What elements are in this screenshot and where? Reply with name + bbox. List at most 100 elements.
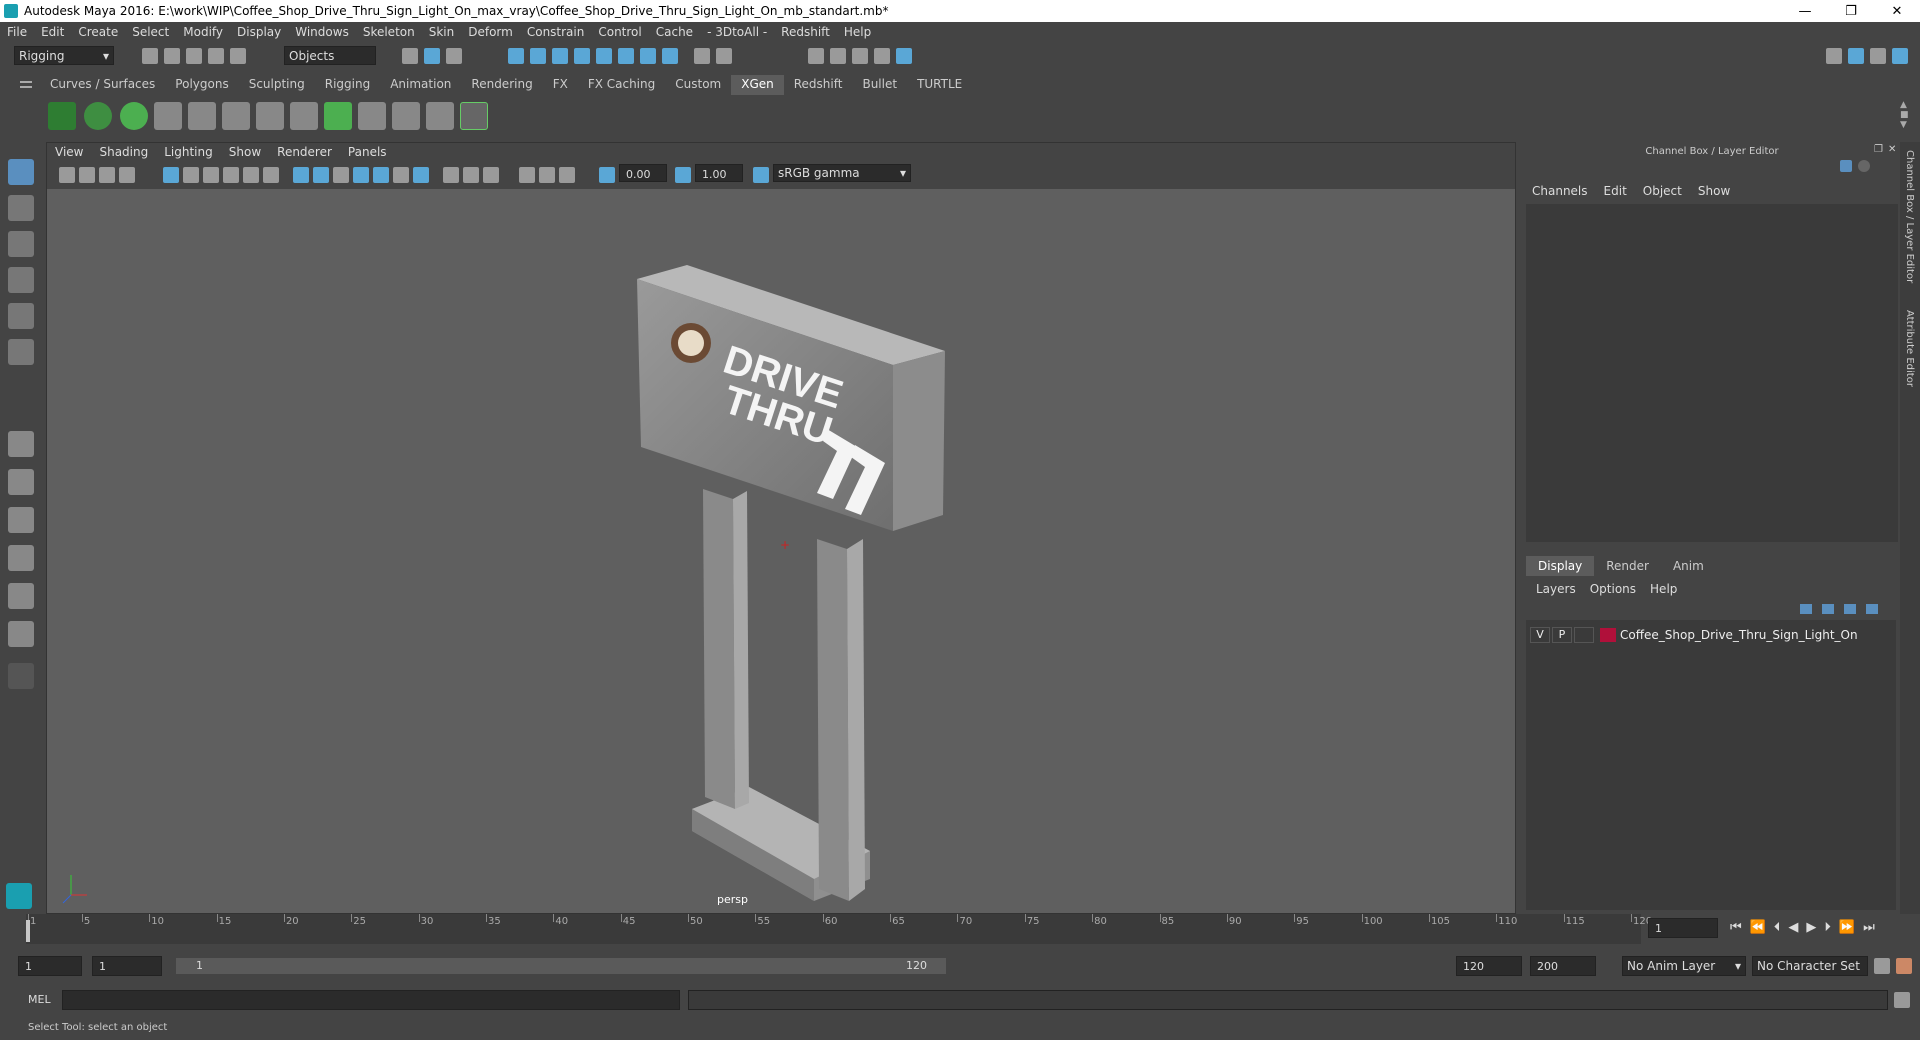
toggle-channel-box-icon[interactable] — [1892, 48, 1908, 64]
single-pane-layout-icon[interactable] — [8, 431, 34, 457]
vp-menu-lighting[interactable]: Lighting — [156, 145, 221, 159]
render-settings-icon[interactable] — [874, 48, 890, 64]
gamma-toggle-icon[interactable] — [675, 167, 691, 183]
layer-playback-toggle[interactable]: P — [1552, 627, 1572, 643]
shelf-tab-fx-caching[interactable]: FX Caching — [578, 75, 665, 95]
snap-grid-icon[interactable] — [508, 48, 524, 64]
cb-menu-channels[interactable]: Channels — [1532, 184, 1588, 198]
menu-constrain[interactable]: Constrain — [520, 25, 592, 39]
lasso-tool-icon[interactable] — [8, 195, 34, 221]
primitives-icon[interactable] — [120, 102, 148, 130]
shelf-tab-custom[interactable]: Custom — [665, 75, 731, 95]
ipr-render-icon[interactable] — [852, 48, 868, 64]
start-time-field[interactable]: 1 — [18, 956, 82, 976]
vp-menu-shading[interactable]: Shading — [91, 145, 156, 159]
lock-guides-icon[interactable] — [256, 102, 284, 130]
selection-mask-dropdown[interactable]: Objects — [284, 46, 376, 65]
menu-redshift[interactable]: Redshift — [774, 25, 837, 39]
graph-layout-icon[interactable] — [8, 583, 34, 609]
hypershade-layout-icon[interactable] — [8, 621, 34, 647]
play-forward-icon[interactable]: ▶ — [1806, 920, 1816, 935]
shelf-menu-icon[interactable] — [20, 80, 34, 90]
vp-menu-view[interactable]: View — [47, 145, 91, 159]
shelf-tab-redshift[interactable]: Redshift — [784, 75, 853, 95]
step-back-icon[interactable]: ⏪ — [1750, 920, 1766, 935]
menu-3dtoall[interactable]: - 3DtoAll - — [700, 25, 774, 39]
menu-control[interactable]: Control — [591, 25, 648, 39]
shelf-tab-turtle[interactable]: TURTLE — [907, 75, 972, 95]
rotate-tool-icon[interactable] — [8, 303, 34, 329]
go-to-end-icon[interactable]: ⏭ — [1863, 920, 1875, 935]
step-forward-icon[interactable]: ⏩ — [1839, 920, 1855, 935]
cb-menu-edit[interactable]: Edit — [1604, 184, 1627, 198]
playback-end-field[interactable]: 120 — [1456, 956, 1522, 976]
color-management-icon[interactable] — [753, 167, 769, 183]
time-slider[interactable]: 1 5 10 15 20 25 30 35 40 45 50 55 60 65 70 75 80 85 90 95 10… — [26, 914, 1652, 944]
vp-menu-renderer[interactable]: Renderer — [269, 145, 340, 159]
workspace-icon[interactable] — [1826, 48, 1842, 64]
isolate-select-icon[interactable] — [443, 167, 459, 183]
manipulator-icon[interactable] — [1840, 160, 1852, 172]
vp-menu-panels[interactable]: Panels — [340, 145, 395, 159]
gate-mask-icon[interactable] — [223, 167, 239, 183]
menu-skin[interactable]: Skin — [422, 25, 462, 39]
menu-skeleton[interactable]: Skeleton — [356, 25, 422, 39]
open-scene-icon[interactable] — [164, 48, 180, 64]
float-panel-icon[interactable]: ❐ — [1874, 144, 1883, 155]
move-layer-up-icon[interactable] — [1800, 604, 1812, 614]
channel-box-area[interactable] — [1526, 204, 1898, 542]
select-tool-icon[interactable] — [8, 159, 34, 185]
resolution-gate-icon[interactable] — [203, 167, 219, 183]
bookmark-icon[interactable] — [99, 167, 115, 183]
exposure-icon[interactable] — [539, 167, 555, 183]
output-ops-icon[interactable] — [716, 48, 732, 64]
layer-visibility-toggle[interactable]: V — [1530, 627, 1550, 643]
toggle-tool-settings-icon[interactable] — [1870, 48, 1886, 64]
scale-tool-icon[interactable] — [8, 339, 34, 365]
go-to-start-icon[interactable]: ⏮ — [1730, 920, 1742, 935]
close-button[interactable]: ✕ — [1874, 4, 1920, 19]
menu-cache[interactable]: Cache — [649, 25, 700, 39]
shelf-scroll-icon[interactable]: ▲ ■ ▼ — [1900, 100, 1909, 130]
guide-lengths-icon[interactable] — [290, 102, 318, 130]
layer-display-type[interactable] — [1574, 627, 1594, 643]
render-current-icon[interactable] — [830, 48, 846, 64]
select-by-hierarchy-icon[interactable] — [402, 48, 418, 64]
script-editor-icon[interactable] — [1894, 992, 1910, 1008]
layer-row[interactable]: V P Coffee_Shop_Drive_Thru_Sign_Light_On — [1530, 626, 1890, 644]
menu-edit[interactable]: Edit — [34, 25, 71, 39]
shelf-tab-bullet[interactable]: Bullet — [852, 75, 907, 95]
tab-display[interactable]: Display — [1526, 556, 1595, 576]
menu-windows[interactable]: Windows — [288, 25, 356, 39]
speed-icon[interactable] — [1858, 160, 1870, 172]
menu-display[interactable]: Display — [230, 25, 288, 39]
play-backward-icon[interactable]: ◀ — [1788, 920, 1798, 935]
le-menu-help[interactable]: Help — [1650, 582, 1677, 596]
range-slider[interactable]: 1 120 — [176, 958, 946, 974]
xray-icon[interactable] — [463, 167, 479, 183]
menu-create[interactable]: Create — [71, 25, 125, 39]
select-by-object-icon[interactable] — [424, 48, 440, 64]
image-plane-icon[interactable] — [119, 167, 135, 183]
add-guide-icon[interactable] — [188, 102, 216, 130]
shelf-tab-curves-surfaces[interactable]: Curves / Surfaces — [40, 75, 165, 95]
snap-view-plane-icon[interactable] — [574, 48, 590, 64]
layers-icon[interactable] — [324, 102, 352, 130]
xgen-editor-icon[interactable] — [48, 102, 76, 130]
camera-select-icon[interactable] — [59, 167, 75, 183]
tab-anim[interactable]: Anim — [1661, 556, 1716, 576]
cb-menu-object[interactable]: Object — [1643, 184, 1682, 198]
guides-icon[interactable] — [154, 102, 182, 130]
mel-input[interactable] — [62, 990, 680, 1010]
move-layer-down-icon[interactable] — [1822, 604, 1834, 614]
shelf-tab-sculpting[interactable]: Sculpting — [239, 75, 315, 95]
wireframe-icon[interactable] — [293, 167, 309, 183]
snap-curve-icon[interactable] — [530, 48, 546, 64]
close-panel-icon[interactable]: ✕ — [1888, 144, 1896, 155]
step-forward-key-icon[interactable]: ⏵ — [1824, 920, 1831, 935]
grid-icon[interactable] — [163, 167, 179, 183]
exposure-toggle-icon[interactable] — [599, 167, 615, 183]
new-layer-selected-icon[interactable] — [1866, 604, 1878, 614]
render-view-icon[interactable] — [808, 48, 824, 64]
snap-point-icon[interactable] — [552, 48, 568, 64]
